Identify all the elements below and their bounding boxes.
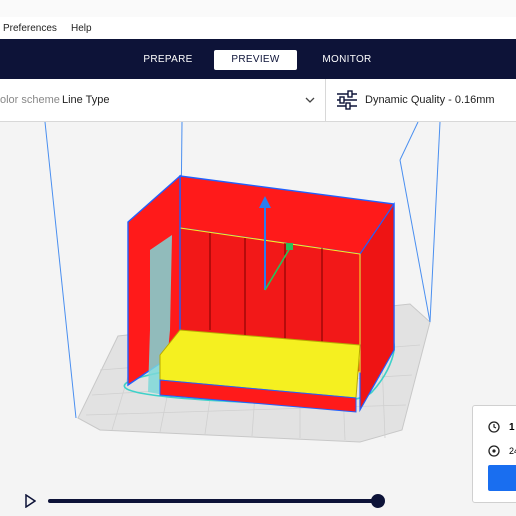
menu-preferences[interactable]: Preferences bbox=[3, 23, 57, 34]
material-weight-value: 24 bbox=[509, 446, 516, 456]
play-icon[interactable] bbox=[24, 494, 36, 508]
color-scheme-dropdown[interactable]: Line Type bbox=[56, 85, 322, 115]
tab-monitor[interactable]: MONITOR bbox=[308, 50, 386, 70]
sliders-icon bbox=[337, 90, 357, 110]
tab-preview[interactable]: PREVIEW bbox=[214, 50, 297, 70]
view-settings-bar: olor scheme Line Type Dynamic Quality - … bbox=[0, 79, 516, 122]
print-settings-button[interactable]: Dynamic Quality - 0.16mm bbox=[326, 79, 516, 121]
3d-viewport[interactable] bbox=[0, 122, 516, 516]
save-to-disk-button[interactable] bbox=[488, 465, 516, 491]
tab-prepare[interactable]: PREPARE bbox=[130, 50, 206, 70]
stage-bar: PREPARE PREVIEW MONITOR bbox=[0, 39, 516, 79]
print-time-value: 1 bbox=[509, 422, 515, 433]
clock-icon bbox=[488, 421, 500, 433]
print-profile-label: Dynamic Quality - 0.16mm bbox=[365, 94, 495, 106]
print-info-panel: 1 24 bbox=[472, 405, 516, 503]
layer-slider-track[interactable] bbox=[48, 499, 378, 503]
spool-icon bbox=[488, 445, 500, 457]
print-preview-scene[interactable] bbox=[0, 122, 516, 516]
menu-bar: Preferences Help bbox=[0, 17, 516, 39]
color-scheme-label: olor scheme bbox=[0, 94, 60, 106]
gizmo-y-handle[interactable] bbox=[286, 243, 293, 250]
color-scheme-value: Line Type bbox=[62, 94, 110, 106]
layer-slider-handle[interactable] bbox=[371, 494, 385, 508]
chevron-down-icon bbox=[305, 97, 315, 103]
menu-help[interactable]: Help bbox=[71, 23, 92, 34]
